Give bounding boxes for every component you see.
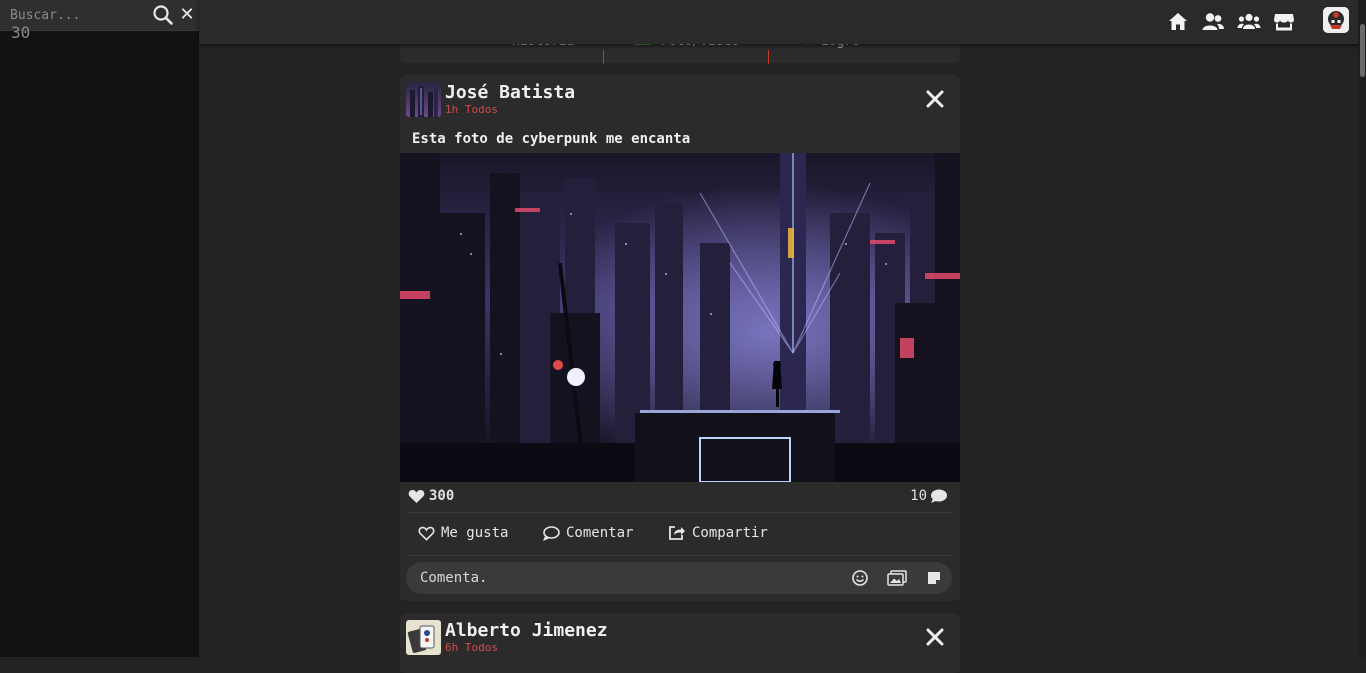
comment-icon [931, 489, 947, 503]
heart-icon [408, 489, 425, 503]
post-author-name[interactable]: Alberto Jimenez [445, 620, 608, 641]
post-author-avatar[interactable] [406, 620, 441, 655]
page-scrollbar[interactable] [1358, 0, 1366, 657]
comment-outline-icon [543, 525, 560, 541]
profile-avatar[interactable] [1323, 7, 1349, 33]
post-divider [408, 512, 952, 513]
composer-separator [768, 50, 769, 64]
composer-separator [603, 50, 604, 64]
post-meta: 1h Todos [445, 103, 498, 116]
search-input[interactable] [10, 5, 148, 25]
sidebar-counter: 30 [11, 23, 31, 42]
feed-post: Alberto Jimenez 6h Todos [400, 613, 960, 673]
close-icon[interactable] [925, 627, 945, 647]
close-icon[interactable] [925, 89, 945, 109]
scrollbar-thumb[interactable] [1360, 24, 1365, 77]
comment-button[interactable]: Comentar [543, 525, 633, 541]
left-sidebar: ✕ 30 [0, 0, 199, 657]
post-author-name[interactable]: José Batista [445, 82, 575, 103]
emoji-icon[interactable] [851, 570, 869, 586]
comment-input[interactable] [420, 568, 830, 588]
post-meta: 6h Todos [445, 641, 498, 654]
post-likes[interactable]: 300 [408, 488, 454, 504]
top-navigation-bar [199, 0, 1366, 44]
share-button[interactable]: Compartir [668, 525, 768, 541]
sticker-icon[interactable] [926, 570, 944, 586]
store-icon[interactable] [1273, 11, 1295, 33]
comment-bar [406, 562, 952, 594]
search-icon[interactable] [152, 4, 174, 26]
feed-post: José Batista 1h Todos Esta foto de cyber… [400, 75, 960, 601]
friends-icon[interactable] [1201, 11, 1224, 33]
post-text: Esta foto de cyberpunk me encanta [412, 131, 691, 147]
share-icon [669, 526, 685, 540]
post-divider [408, 555, 952, 556]
home-icon[interactable] [1167, 11, 1189, 33]
post-author-avatar[interactable] [406, 82, 441, 117]
heart-outline-icon [418, 526, 435, 541]
post-comment-count[interactable]: 10 [910, 488, 948, 504]
clear-search-icon[interactable]: ✕ [178, 5, 196, 25]
image-icon[interactable] [887, 570, 907, 586]
like-button[interactable]: Me gusta [418, 525, 508, 541]
post-image[interactable] [400, 153, 960, 482]
groups-icon[interactable] [1237, 11, 1261, 33]
